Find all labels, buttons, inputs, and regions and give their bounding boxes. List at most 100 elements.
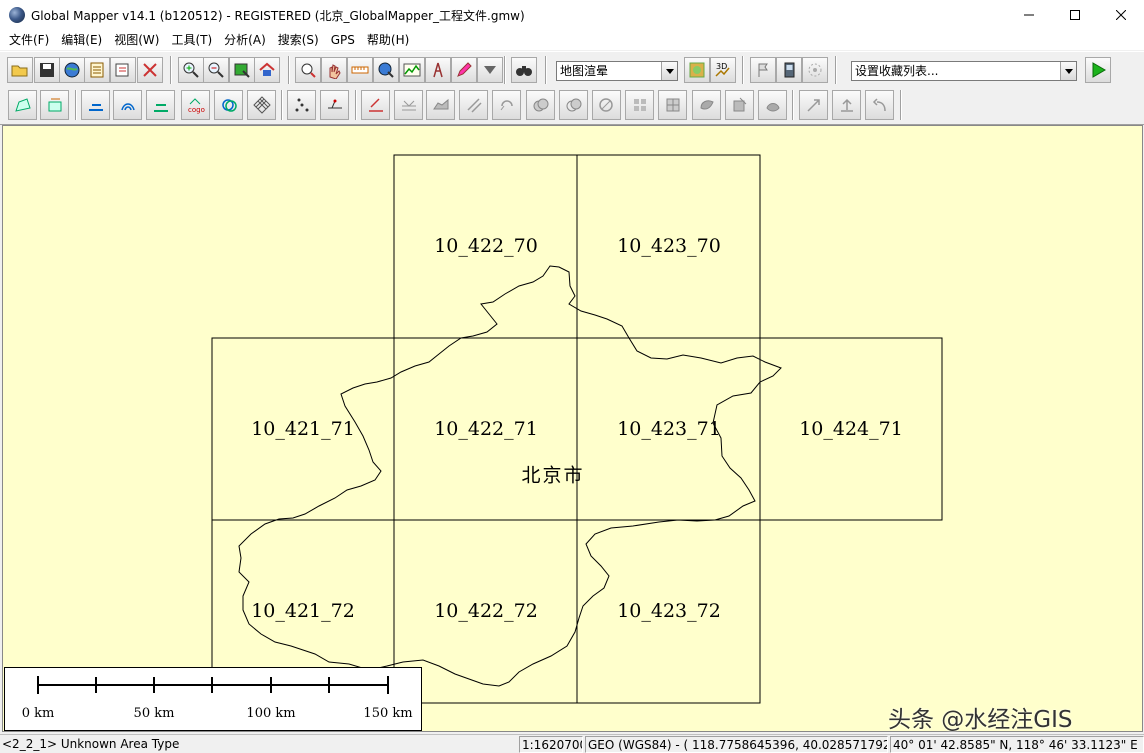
gps-device-button[interactable]: [776, 57, 802, 83]
menu-analysis[interactable]: 分析(A): [218, 30, 272, 50]
gps-track-button[interactable]: [802, 57, 828, 83]
favorites-select-arrow[interactable]: [1060, 62, 1076, 80]
config-button[interactable]: [137, 57, 163, 83]
arrow-line-icon: [806, 99, 820, 112]
floppy-disk-icon: [40, 63, 54, 77]
move-vertex-button[interactable]: [320, 90, 349, 120]
gps-flag-icon: [758, 63, 768, 77]
gps-start-button[interactable]: [750, 57, 776, 83]
maximize-button[interactable]: [1052, 0, 1098, 30]
map-canvas: [211, 154, 943, 704]
tool-disabled-2[interactable]: [426, 90, 455, 120]
menu-help[interactable]: 帮助(H): [361, 30, 415, 50]
gps-track-icon: [808, 63, 822, 77]
search-button[interactable]: [511, 57, 537, 83]
layer-list-icon: [90, 62, 104, 78]
status-dms: 40° 01' 42.8585" N, 118° 46' 33.1123" E: [890, 736, 1144, 753]
zoom-out-button[interactable]: [203, 57, 229, 83]
create-rect-button[interactable]: [40, 90, 69, 120]
feature-info-button[interactable]: [373, 57, 399, 83]
scale-label: 50 km: [133, 706, 175, 721]
line-create-icon: [88, 104, 103, 111]
status-scale: 1:1620700: [519, 736, 583, 753]
measure-button[interactable]: [347, 57, 373, 83]
zoom-tool-button[interactable]: [295, 57, 321, 83]
scale-label: 150 km: [363, 706, 413, 721]
pan-tool-button[interactable]: [321, 57, 347, 83]
tool-disabled-11[interactable]: [725, 90, 754, 120]
shader-options-button[interactable]: [684, 57, 710, 83]
tool-disabled-13[interactable]: [799, 90, 828, 120]
grid-split-icon: [633, 99, 646, 111]
svg-text:3D: 3D: [716, 62, 727, 71]
folder-open-icon: [11, 65, 28, 77]
tile-label: 10_421_72: [251, 600, 355, 622]
menu-tools[interactable]: 工具(T): [165, 30, 218, 50]
open-button[interactable]: [7, 57, 33, 83]
zoom-in-button[interactable]: [178, 57, 204, 83]
tool-disabled-9[interactable]: [658, 90, 687, 120]
create-cogo-button[interactable]: cogo: [181, 90, 210, 120]
create-range-ring-button[interactable]: [146, 90, 175, 120]
area-create-icon: [14, 98, 31, 112]
favorites-select[interactable]: 设置收藏列表...: [851, 61, 1077, 81]
undo-arrow-icon: [872, 98, 886, 112]
create-area-button[interactable]: [8, 90, 37, 120]
gps-device-icon: [784, 62, 795, 78]
view-shed-button[interactable]: [425, 57, 451, 83]
shader-select[interactable]: 地图渲晕: [556, 61, 678, 81]
binoculars-icon: [516, 66, 532, 76]
chevron-down-icon: [665, 68, 674, 74]
path-profile-button[interactable]: [399, 57, 425, 83]
shader-select-arrow[interactable]: [661, 62, 677, 80]
run-favorite-button[interactable]: [1085, 57, 1111, 83]
tool-disabled-4[interactable]: [492, 90, 521, 120]
digitizer-button[interactable]: [451, 57, 477, 83]
save-button[interactable]: [34, 57, 60, 83]
menu-gps[interactable]: GPS: [325, 30, 361, 50]
menu-search[interactable]: 搜索(S): [272, 30, 325, 50]
tool-disabled-10[interactable]: [692, 90, 721, 120]
dropdown-tool-button[interactable]: [477, 57, 503, 83]
create-contour-button[interactable]: [113, 90, 142, 120]
tool-disabled-15[interactable]: [865, 90, 894, 120]
beijing-boundary[interactable]: [238, 265, 782, 687]
tool-disabled-3[interactable]: [459, 90, 488, 120]
minimize-button[interactable]: [1006, 0, 1052, 30]
zoom-in-icon: [183, 62, 199, 78]
tile-label: 10_422_72: [434, 600, 538, 622]
menu-view[interactable]: 视图(W): [108, 30, 165, 50]
tool-disabled-5[interactable]: [526, 90, 555, 120]
3d-view-icon: 3D: [715, 62, 730, 77]
menu-file[interactable]: 文件(F): [3, 30, 55, 50]
tool-disabled-12[interactable]: [758, 90, 787, 120]
layer-control-button[interactable]: [84, 57, 110, 83]
web-data-button[interactable]: [59, 57, 85, 83]
tile-label: 10_421_71: [251, 418, 355, 440]
create-grid-button[interactable]: [247, 90, 276, 120]
close-button[interactable]: [1098, 0, 1144, 30]
magnifier-icon: [301, 63, 316, 78]
tile-label: 10_422_70: [434, 235, 538, 257]
minimize-icon: [1024, 14, 1034, 16]
tool-disabled-7[interactable]: [592, 90, 621, 120]
map-view[interactable]: 10_422_70 10_423_70 10_421_71 10_422_71 …: [2, 125, 1143, 732]
window-title: Global Mapper v14.1 (b120512) - REGISTER…: [31, 8, 525, 23]
tool-disabled-1[interactable]: [394, 90, 423, 120]
create-circle-button[interactable]: [214, 90, 243, 120]
create-points-button[interactable]: [287, 90, 316, 120]
profile-icon: [403, 63, 421, 77]
smooth-icon: [765, 103, 780, 112]
chevron-down-icon: [1064, 68, 1073, 74]
menu-edit[interactable]: 编辑(E): [55, 30, 108, 50]
tool-disabled-6[interactable]: [559, 90, 588, 120]
tool-disabled-8[interactable]: [625, 90, 654, 120]
3d-view-button[interactable]: 3D: [710, 57, 736, 83]
home-button[interactable]: [254, 57, 280, 83]
create-line-button[interactable]: [81, 90, 110, 120]
tool-disabled-14[interactable]: [832, 90, 861, 120]
edit-line-button[interactable]: [361, 90, 390, 120]
full-view-button[interactable]: [229, 57, 255, 83]
favorites-select-value: 设置收藏列表...: [855, 64, 939, 78]
overlay-control-button[interactable]: [110, 57, 136, 83]
